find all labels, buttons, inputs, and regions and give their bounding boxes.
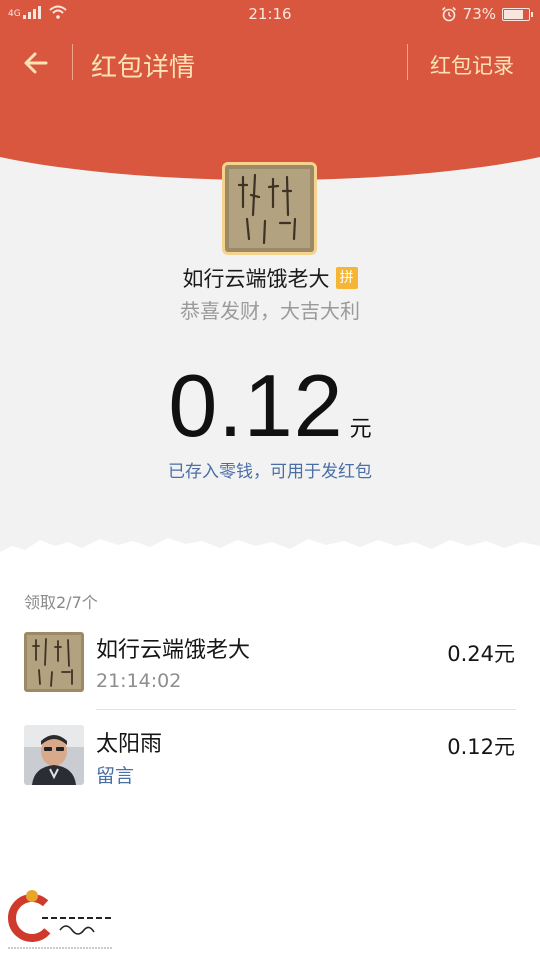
toolbar-divider <box>72 44 73 80</box>
avatar[interactable] <box>24 632 84 692</box>
saved-to-wallet-link[interactable]: 已存入零钱，可用于发红包 <box>0 457 540 482</box>
red-packet-detail-page: 4G 21:16 73% 红包详情 红包记录 如行云端饿老大 拼 恭喜发财，大吉… <box>0 0 540 960</box>
person-photo <box>24 725 84 785</box>
pin-badge-icon: 拼 <box>335 267 358 289</box>
battery-percent: 73% <box>462 5 496 23</box>
sender-avatar[interactable] <box>222 162 317 255</box>
battery-icon <box>502 7 533 21</box>
claim-amount: 0.12元 <box>447 735 515 759</box>
greeting-text: 恭喜发财，大吉大利 <box>180 299 360 323</box>
status-right: 73% <box>441 5 533 23</box>
calligraphy-image <box>225 165 314 252</box>
alarm-clock-icon <box>441 6 456 22</box>
amount-display: 0.12 元 <box>0 355 540 457</box>
claim-time: 21:14:02 <box>96 670 182 692</box>
toolbar-divider <box>407 44 408 80</box>
red-packet-records-link[interactable]: 红包记录 <box>430 50 514 80</box>
claimer-name: 如行云端饿老大 <box>96 638 251 663</box>
list-item[interactable]: 太阳雨 留言 0.12元 <box>0 724 540 788</box>
avatar[interactable] <box>24 725 84 785</box>
amount-value: 0.12 <box>168 356 344 455</box>
calligraphy-image <box>24 632 84 692</box>
list-item[interactable]: 如行云端饿老大 21:14:02 0.24元 <box>0 630 540 692</box>
claim-count-label: 领取2/7个 <box>24 593 98 612</box>
amount-unit: 元 <box>349 417 372 442</box>
sender-line: 如行云端饿老大 拼 <box>0 263 540 293</box>
toolbar: 红包详情 红包记录 <box>0 40 540 86</box>
list-divider <box>96 709 516 710</box>
page-title: 红包详情 <box>91 53 196 83</box>
claimer-name: 太阳雨 <box>96 732 163 757</box>
arrow-left-icon[interactable] <box>20 46 54 80</box>
sender-name[interactable]: 如行云端饿老大 <box>183 263 330 293</box>
claim-amount: 0.24元 <box>447 642 515 666</box>
torn-paper-edge <box>0 538 540 570</box>
status-bar: 4G 21:16 73% <box>0 0 540 28</box>
watermark-logo <box>8 890 112 949</box>
leave-message-link[interactable]: 留言 <box>96 761 134 788</box>
